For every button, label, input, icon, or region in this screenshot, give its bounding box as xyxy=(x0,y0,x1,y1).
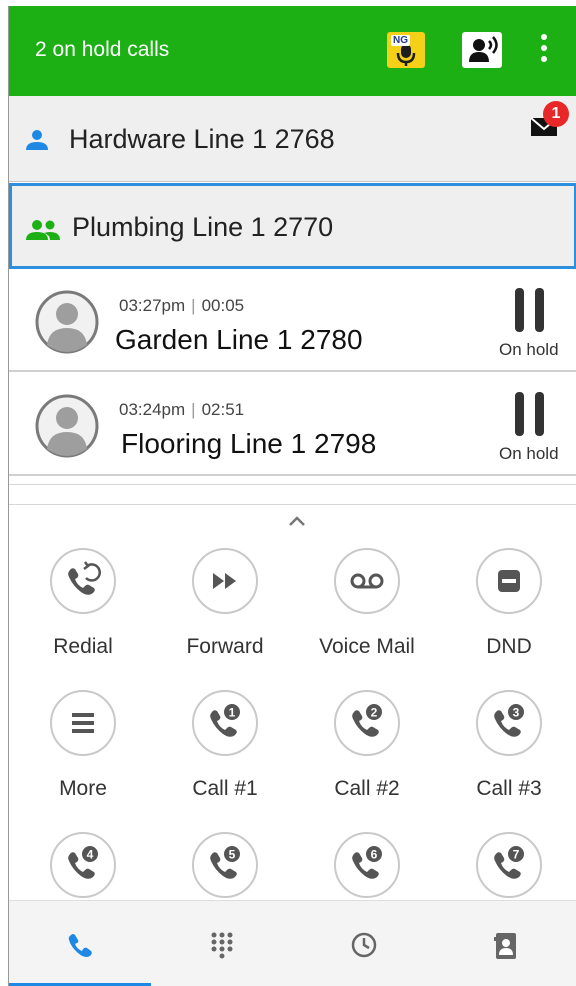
call-3-button[interactable]: 3 Call #3 xyxy=(439,690,576,801)
call-6-button[interactable]: 6 xyxy=(297,832,437,898)
held-call-row[interactable]: 03:24pm | 02:51 Flooring Line 1 2798 On ho… xyxy=(9,376,576,476)
mail-badge: 1 xyxy=(543,101,569,127)
speed-dial-number: 2 xyxy=(371,706,378,720)
speed-dial-5-icon: 5 xyxy=(192,832,258,898)
call-4-button[interactable]: 4 xyxy=(13,832,153,898)
pause-icon[interactable] xyxy=(515,392,545,436)
avatar xyxy=(35,394,99,458)
divider xyxy=(9,504,576,505)
speaker-icon[interactable] xyxy=(462,32,502,68)
tab-dialpad[interactable] xyxy=(151,901,293,986)
pause-icon[interactable] xyxy=(515,288,545,332)
action-label: Call #3 xyxy=(476,777,542,800)
call-name: Flooring Line 1 2798 xyxy=(121,428,377,459)
speed-dial-4-icon: 4 xyxy=(50,832,116,898)
forward-button[interactable]: Forward xyxy=(155,548,295,659)
speed-dial-6-icon: 6 xyxy=(334,832,400,898)
overflow-menu-icon[interactable] xyxy=(539,34,549,66)
action-label: Call #1 xyxy=(192,777,258,800)
divider xyxy=(9,484,576,485)
tab-history[interactable] xyxy=(293,901,435,986)
person-icon xyxy=(26,130,48,150)
line-row-plumbing[interactable]: Plumbing Line 1 2770 xyxy=(9,183,576,269)
bottom-nav xyxy=(9,900,576,986)
line-row-hardware[interactable]: Hardware Line 1 2768 xyxy=(9,96,576,182)
call-timestamp: 03:27pm | 00:05 xyxy=(119,296,244,316)
app-bar: 2 on hold calls NG xyxy=(9,6,576,96)
action-label: Redial xyxy=(53,635,113,658)
dnd-icon xyxy=(476,548,542,614)
call-7-button[interactable]: 7 xyxy=(439,832,576,898)
action-label: DND xyxy=(486,635,532,658)
more-button[interactable]: More xyxy=(13,690,153,801)
group-icon xyxy=(26,220,60,240)
ng-label: NG xyxy=(391,35,410,46)
speed-dial-1-icon: 1 xyxy=(192,690,258,756)
call-start-time: 03:24pm xyxy=(119,400,186,419)
action-label: Call #2 xyxy=(334,777,400,800)
action-label: Forward xyxy=(186,635,264,658)
app-bar-title: 2 on hold calls xyxy=(35,38,170,61)
speed-dial-number: 3 xyxy=(513,706,520,720)
call-separator: | xyxy=(191,400,196,419)
phone-icon xyxy=(68,934,92,957)
tab-phone[interactable] xyxy=(9,901,151,986)
call-name: Garden Line 1 2780 xyxy=(115,324,363,355)
chevron-up-icon[interactable] xyxy=(287,514,307,528)
call-2-button[interactable]: 2 Call #2 xyxy=(297,690,437,801)
speed-dial-2-icon: 2 xyxy=(334,690,400,756)
dnd-button[interactable]: DND xyxy=(439,548,576,659)
call-1-button[interactable]: 1 Call #1 xyxy=(155,690,295,801)
phone-screen: 2 on hold calls NG Hardware Line 1 2768 … xyxy=(8,6,576,986)
call-separator: | xyxy=(191,296,196,315)
history-icon xyxy=(351,932,377,958)
hold-status: On hold xyxy=(499,444,559,463)
speed-dial-number: 7 xyxy=(513,848,520,862)
speed-dial-number: 1 xyxy=(229,706,236,720)
voicemail-button[interactable]: Voice Mail xyxy=(297,548,437,659)
action-label: More xyxy=(59,777,107,800)
action-label: Voice Mail xyxy=(319,635,415,658)
redial-icon xyxy=(50,548,116,614)
voicemail-icon xyxy=(334,548,400,614)
speed-dial-3-icon: 3 xyxy=(476,690,542,756)
more-icon xyxy=(50,690,116,756)
speed-dial-number: 4 xyxy=(87,848,94,862)
call-5-button[interactable]: 5 xyxy=(155,832,295,898)
tab-contacts[interactable] xyxy=(435,901,576,986)
held-call-row[interactable]: 03:27pm | 00:05 Garden Line 1 2780 On hold xyxy=(9,272,576,372)
line-label: Hardware Line 1 2768 xyxy=(69,124,335,154)
call-duration: 02:51 xyxy=(201,400,245,419)
ng-voice-icon[interactable]: NG xyxy=(387,32,425,68)
call-start-time: 03:27pm xyxy=(119,296,186,315)
forward-icon xyxy=(192,548,258,614)
avatar xyxy=(35,290,99,354)
call-timestamp: 03:24pm | 02:51 xyxy=(119,400,244,420)
redial-button[interactable]: Redial xyxy=(13,548,153,659)
speed-dial-7-icon: 7 xyxy=(476,832,542,898)
speed-dial-number: 6 xyxy=(371,848,378,862)
speed-dial-number: 5 xyxy=(229,848,236,862)
dialpad-icon xyxy=(211,932,233,959)
hold-status: On hold xyxy=(499,340,559,359)
call-duration: 00:05 xyxy=(201,296,245,315)
contacts-icon xyxy=(494,933,516,959)
line-label: Plumbing Line 1 2770 xyxy=(72,212,334,242)
